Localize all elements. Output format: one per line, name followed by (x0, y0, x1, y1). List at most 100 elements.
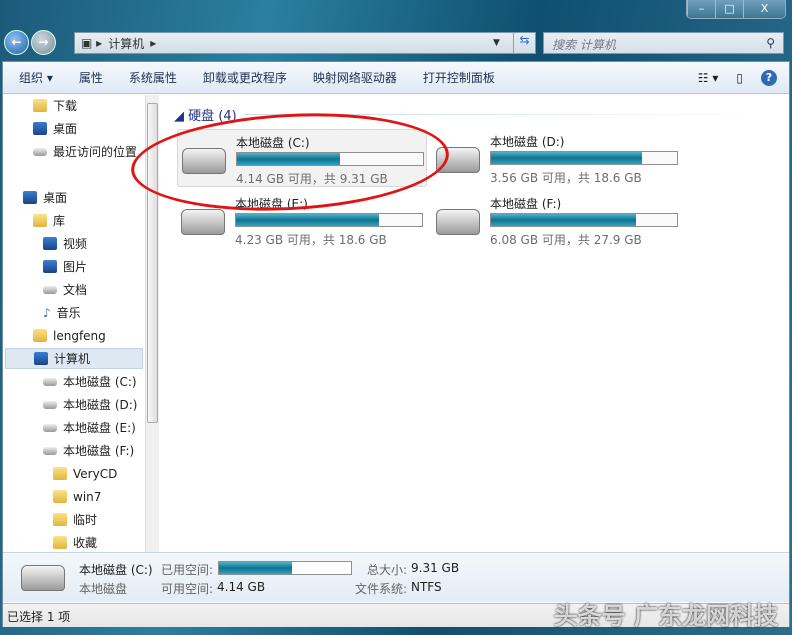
music-icon: ♪ (43, 305, 51, 320)
usage-bar (490, 213, 678, 227)
details-type: 本地磁盘 (79, 582, 128, 596)
label: 本地磁盘 (C:) (63, 375, 137, 389)
document-icon (43, 285, 57, 294)
sidebar-item-desktop-root[interactable]: 桌面 (23, 187, 67, 208)
folder-icon (53, 467, 67, 480)
details-usage-bar (218, 561, 352, 575)
drive-icon (43, 446, 57, 455)
library-icon (33, 214, 47, 227)
help-icon[interactable]: ? (761, 69, 777, 86)
properties-button[interactable]: 属性 (79, 69, 115, 86)
label: 本地磁盘 (F:) (63, 444, 135, 458)
usage-fill (219, 562, 293, 574)
back-button[interactable]: ← (4, 30, 29, 55)
navigation: ← → (4, 30, 56, 55)
sidebar-item-favorites[interactable]: 收藏 (53, 532, 97, 553)
control-panel-button[interactable]: 打开控制面板 (423, 69, 507, 86)
details-name: 本地磁盘 (C:) (79, 563, 153, 577)
sidebar-item-pictures[interactable]: 图片 (43, 256, 87, 277)
label: 图片 (63, 260, 88, 274)
label: 下载 (53, 99, 78, 113)
map-drive-button[interactable]: 映射网络驱动器 (313, 69, 409, 86)
details-pane: 本地磁盘 (C:) 本地磁盘 已用空间: 可用空间: 4.14 GB 总大小: … (3, 552, 789, 602)
usage-fill (491, 152, 642, 164)
free-value: 4.14 GB (217, 580, 266, 594)
picture-icon (43, 260, 57, 273)
computer-icon (34, 352, 48, 365)
breadcrumb-computer[interactable]: 计算机 (108, 35, 144, 52)
sidebar-item-recent[interactable]: 最近访问的位置 (33, 141, 137, 162)
usage-fill (236, 214, 380, 226)
refresh-button[interactable]: ⇆ (513, 33, 535, 53)
sidebar-item-drive-f[interactable]: 本地磁盘 (F:) (43, 440, 134, 461)
drive-icon (43, 400, 57, 409)
total-label: 总大小: (367, 563, 408, 577)
sidebar-item-drive-e[interactable]: 本地磁盘 (E:) (43, 417, 136, 438)
search-input[interactable]: 搜索 计算机 ⚲ (543, 32, 784, 54)
sidebar-item-temp[interactable]: 临时 (53, 509, 97, 530)
sidebar-item-desktop[interactable]: 桌面 (33, 118, 77, 139)
sidebar-item-verycd[interactable]: VeryCD (53, 463, 117, 484)
label: 桌面 (53, 122, 78, 136)
drive-icon (436, 209, 480, 235)
sidebar-item-downloads[interactable]: 下载 (33, 95, 77, 116)
recent-places-icon (33, 147, 47, 156)
system-properties-button[interactable]: 系统属性 (129, 69, 189, 86)
search-placeholder: 搜索 计算机 (552, 38, 616, 52)
maximize-button[interactable]: □ (715, 0, 743, 18)
drive-icon (43, 423, 57, 432)
sidebar-item-computer[interactable]: 计算机 (5, 348, 143, 369)
label: 视频 (63, 237, 88, 251)
folder-icon (53, 490, 67, 503)
view-options-icon[interactable]: ☷ ▾ (698, 71, 719, 85)
label: win7 (73, 489, 102, 504)
label: 桌面 (43, 191, 68, 205)
sidebar-item-user[interactable]: lengfeng (33, 325, 106, 346)
drive-icon (181, 209, 225, 235)
chevron-down-icon[interactable]: ▼ (493, 38, 507, 48)
minimize-button[interactable]: – (687, 0, 715, 18)
uninstall-button[interactable]: 卸载或更改程序 (203, 69, 299, 86)
preview-pane-icon[interactable]: ▯ (736, 71, 743, 85)
search-icon[interactable]: ⚲ (766, 36, 775, 50)
forward-button[interactable]: → (31, 30, 56, 55)
close-button[interactable]: X (743, 0, 785, 18)
organize-button[interactable]: 组织 ▾ (19, 69, 65, 86)
drive-name: 本地磁盘 (F:) (490, 197, 562, 211)
usage-fill (491, 214, 637, 226)
video-icon (43, 237, 57, 250)
drive-tile-d[interactable]: 本地磁盘 (D:) 3.56 GB 可用，共 18.6 GB (432, 129, 682, 187)
label: 计算机 (54, 352, 91, 366)
total-value: 9.31 GB (411, 561, 460, 575)
label: 临时 (73, 513, 98, 527)
folder-icon (53, 536, 67, 549)
window-controls: – □ X (686, 0, 786, 19)
sidebar-item-libraries[interactable]: 库 (33, 210, 65, 231)
drive-name: 本地磁盘 (D:) (490, 135, 565, 149)
label: 文档 (63, 283, 88, 297)
explorer-window: 组织 ▾ 属性 系统属性 卸载或更改程序 映射网络驱动器 打开控制面板 ☷ ▾ … (2, 61, 790, 627)
drive-info: 6.08 GB 可用，共 27.9 GB (490, 233, 642, 247)
label: 音乐 (56, 306, 81, 320)
usage-bar (490, 151, 678, 165)
sidebar-item-drive-c[interactable]: 本地磁盘 (C:) (43, 371, 137, 392)
drive-icon (43, 377, 57, 386)
sidebar-item-music[interactable]: ♪ 音乐 (43, 302, 81, 323)
fs-label: 文件系统: (355, 582, 408, 596)
fs-value: NTFS (411, 580, 442, 594)
label: 最近访问的位置 (53, 145, 138, 159)
sidebar-item-win7[interactable]: win7 (53, 486, 101, 507)
address-bar[interactable]: ▣ ▸ 计算机 ▸ ▼ ⇆ (74, 32, 536, 54)
free-label: 可用空间: (161, 582, 214, 596)
drive-info: 3.56 GB 可用，共 18.6 GB (490, 171, 642, 185)
drive-info: 4.23 GB 可用，共 18.6 GB (235, 233, 387, 247)
computer-icon: ▣ ▸ (81, 36, 103, 50)
sidebar-item-documents[interactable]: 文档 (43, 279, 87, 300)
status-text: 已选择 1 项 (7, 610, 71, 624)
drive-tile-f[interactable]: 本地磁盘 (F:) 6.08 GB 可用，共 27.9 GB (432, 191, 682, 249)
watermark: 头条号 广东龙网科技 (553, 602, 778, 630)
label: 收藏 (73, 536, 98, 550)
sidebar-item-videos[interactable]: 视频 (43, 233, 87, 254)
used-label: 已用空间: (161, 563, 214, 577)
sidebar-item-drive-d[interactable]: 本地磁盘 (D:) (43, 394, 137, 415)
